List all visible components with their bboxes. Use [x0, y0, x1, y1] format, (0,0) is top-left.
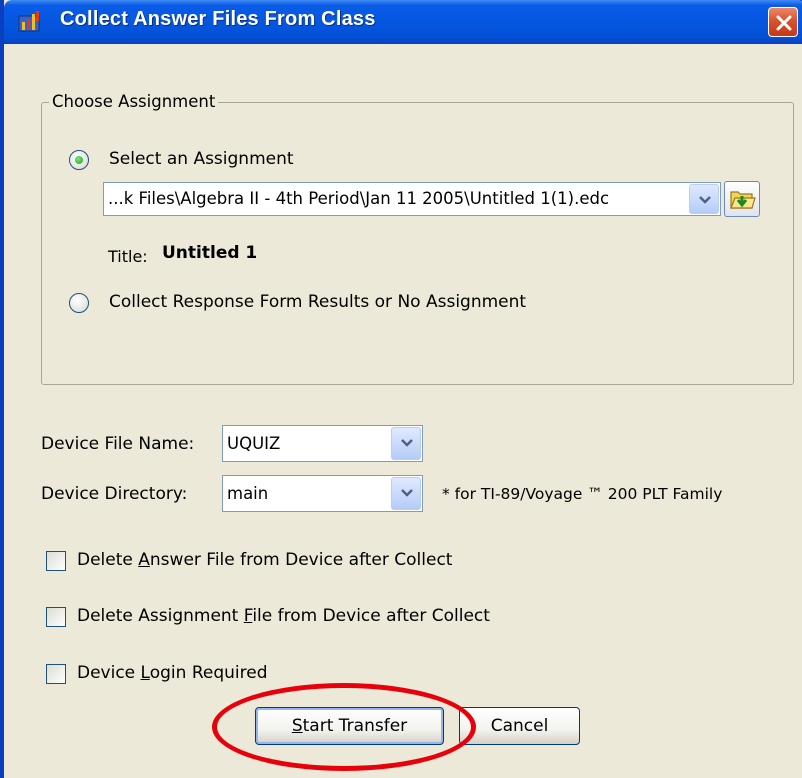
- close-icon: [776, 15, 792, 31]
- delete-assignment-file-label[interactable]: Delete Assignment File from Device after…: [77, 606, 490, 626]
- folder-open-icon: [730, 191, 756, 209]
- collect-response-label[interactable]: Collect Response Form Results or No Assi…: [109, 292, 526, 312]
- chevron-down-icon: [401, 439, 413, 447]
- device-directory-value: main: [227, 484, 269, 503]
- device-directory-label: Device Directory:: [41, 484, 188, 504]
- chevron-down-icon: [401, 489, 413, 497]
- radio-dot: [75, 156, 83, 164]
- label-part: ogin Required: [149, 663, 268, 683]
- label-part: Device: [77, 663, 141, 683]
- delete-answer-file-checkbox[interactable]: [46, 551, 66, 571]
- title-caption: Title:: [108, 247, 148, 266]
- highlight-annotation-oval: [212, 683, 476, 771]
- delete-assignment-file-checkbox[interactable]: [46, 607, 66, 627]
- browse-folder-button[interactable]: [724, 181, 760, 217]
- window-title: Collect Answer Files From Class: [60, 8, 376, 30]
- app-icon: [18, 11, 40, 32]
- device-file-name-combo[interactable]: UQUIZ: [222, 425, 423, 462]
- select-assignment-label[interactable]: Select an Assignment: [109, 149, 294, 169]
- assignment-path-combo[interactable]: ...k Files\Algebra II - 4th Period\Jan 1…: [103, 182, 721, 216]
- label-part: Delete Assignment: [77, 606, 244, 626]
- select-assignment-radio[interactable]: [69, 150, 89, 170]
- assignment-path-value: ...k Files\Algebra II - 4th Period\Jan 1…: [108, 189, 610, 208]
- cancel-label: Cancel: [490, 716, 549, 736]
- group-legend: Choose Assignment: [49, 92, 219, 111]
- device-directory-combo[interactable]: main: [222, 475, 423, 512]
- mnemonic-key: L: [140, 663, 150, 683]
- cancel-button[interactable]: Cancel: [459, 707, 580, 745]
- device-file-name-dropdown-button[interactable]: [391, 427, 421, 460]
- chevron-down-icon: [699, 196, 711, 204]
- device-directory-note: * for TI-89/Voyage ™ 200 PLT Family: [442, 485, 723, 503]
- title-bar[interactable]: Collect Answer Files From Class: [4, 0, 802, 44]
- label-part: nswer File from Device after Collect: [149, 550, 453, 570]
- device-file-name-value: UQUIZ: [227, 434, 281, 453]
- assignment-path-dropdown-button[interactable]: [689, 184, 719, 214]
- device-file-name-label: Device File Name:: [41, 434, 195, 454]
- collect-response-radio[interactable]: [69, 293, 89, 313]
- mnemonic-key: A: [138, 550, 150, 570]
- device-login-required-label[interactable]: Device Login Required: [77, 663, 268, 683]
- delete-answer-file-label[interactable]: Delete Answer File from Device after Col…: [77, 550, 452, 570]
- choose-assignment-group: [41, 102, 794, 385]
- close-button[interactable]: [768, 7, 798, 37]
- device-login-required-checkbox[interactable]: [46, 664, 66, 684]
- label-part: Delete: [77, 550, 139, 570]
- dialog-window: Collect Answer Files From Class Choose A…: [0, 0, 802, 778]
- title-value: Untitled 1: [162, 243, 258, 263]
- dialog-body: Choose Assignment Select an Assignment .…: [4, 44, 802, 778]
- label-part: ile from Device after Collect: [252, 606, 490, 626]
- device-directory-dropdown-button[interactable]: [391, 477, 421, 510]
